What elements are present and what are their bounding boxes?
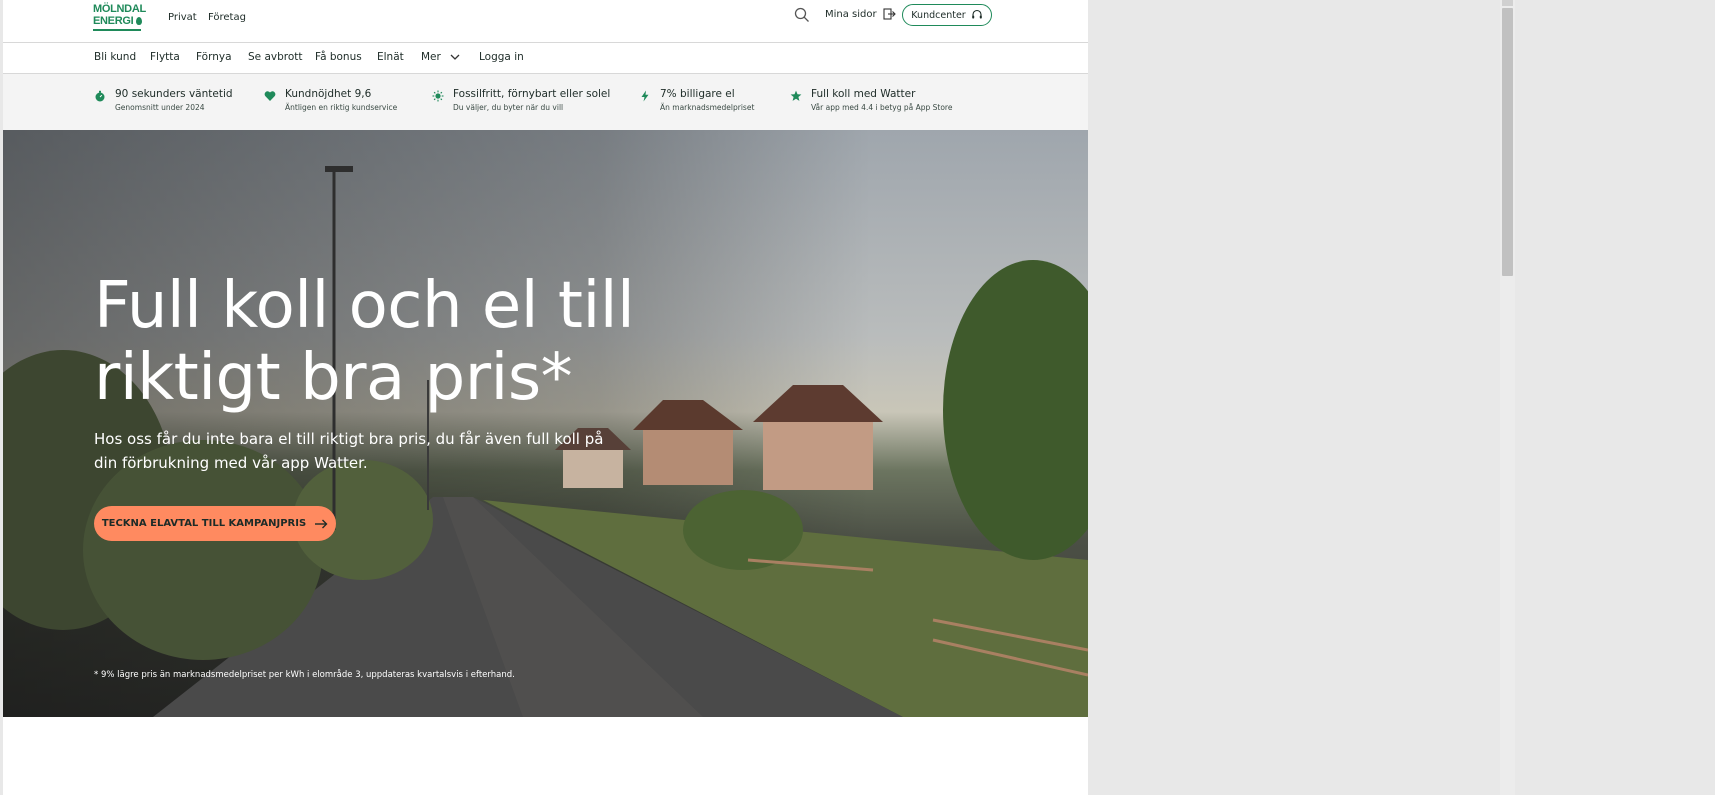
hero-title: Full koll och el till riktigt bra pris* xyxy=(94,269,635,415)
star-icon xyxy=(790,90,802,101)
nav-se-avbrott[interactable]: Se avbrott xyxy=(248,51,303,63)
hero-street-image xyxy=(3,166,1088,717)
nav-logga-in[interactable]: Logga in xyxy=(479,51,524,63)
stopwatch-icon xyxy=(95,90,105,102)
segment-foretag[interactable]: Företag xyxy=(208,12,246,23)
heart-icon xyxy=(264,91,276,101)
logo-line-1: MÖLNDAL xyxy=(93,3,146,15)
logout-icon xyxy=(883,8,896,20)
scrollbar[interactable] xyxy=(1500,0,1515,795)
usp-title: Fossilfritt, förnybart eller solel xyxy=(453,88,611,100)
hero-footnote: * 9% lägre pris än marknadsmedelpriset p… xyxy=(94,670,515,680)
nav-mer-label: Mer xyxy=(421,51,441,63)
usp-title: Kundnöjdhet 9,6 xyxy=(285,88,372,100)
logo-underline xyxy=(93,29,141,31)
usp-subtitle: Vår app med 4.4 i betyg på App Store xyxy=(811,103,953,112)
segment-privat[interactable]: Privat xyxy=(168,12,197,23)
kundcenter-button[interactable]: Kundcenter xyxy=(902,4,992,26)
usp-bar: 90 sekunders väntetid Genomsnitt under 2… xyxy=(3,74,1088,130)
scroll-up-arrow[interactable] xyxy=(1502,0,1513,6)
drop-icon xyxy=(136,17,143,25)
nav-bli-kund[interactable]: Bli kund xyxy=(94,51,136,63)
hero-section: Full koll och el till riktigt bra pris* … xyxy=(3,130,1088,717)
main-nav: Bli kund Flytta Förnya Se avbrott Få bon… xyxy=(3,43,1088,74)
usp-subtitle: Äntligen en riktig kundservice xyxy=(285,103,398,112)
mina-sidor-link[interactable]: Mina sidor xyxy=(825,8,896,20)
lightning-icon xyxy=(641,90,649,102)
headset-icon xyxy=(971,9,982,19)
sun-icon xyxy=(432,90,444,102)
arrow-right-icon xyxy=(315,519,328,528)
kundcenter-label: Kundcenter xyxy=(911,9,966,21)
chevron-down-icon xyxy=(450,54,460,60)
nav-fa-bonus[interactable]: Få bonus xyxy=(315,51,362,63)
hero-text: Hos oss får du inte bara el till riktigt… xyxy=(94,430,604,472)
cta-label: TECKNA ELAVTAL TILL KAMPANJPRIS xyxy=(101,518,307,529)
nav-elnat[interactable]: Elnät xyxy=(377,51,404,63)
top-bar: MÖLNDAL ENERGI Privat Företag Mina sidor… xyxy=(3,0,1088,43)
mina-sidor-label: Mina sidor xyxy=(825,8,877,20)
usp-title: 90 sekunders väntetid xyxy=(115,88,233,100)
usp-subtitle: Du väljer, du byter när du vill xyxy=(453,103,564,112)
nav-mer[interactable]: Mer xyxy=(421,51,460,63)
page: MÖLNDAL ENERGI Privat Företag Mina sidor… xyxy=(3,0,1088,795)
usp-title: Full koll med Watter xyxy=(811,88,916,100)
logo-line-2: ENERGI xyxy=(93,15,134,27)
nav-fornya[interactable]: Förnya xyxy=(196,51,232,63)
usp-subtitle: Genomsnitt under 2024 xyxy=(115,103,205,112)
usp-title: 7% billigare el xyxy=(660,88,735,100)
search-icon[interactable] xyxy=(794,7,810,23)
brand-logo[interactable]: MÖLNDAL ENERGI xyxy=(93,3,146,31)
cta-button[interactable]: TECKNA ELAVTAL TILL KAMPANJPRIS xyxy=(94,506,336,541)
scrollbar-thumb[interactable] xyxy=(1502,8,1513,276)
nav-flytta[interactable]: Flytta xyxy=(150,51,180,63)
usp-subtitle: Än marknadsmedelpriset xyxy=(660,103,755,112)
